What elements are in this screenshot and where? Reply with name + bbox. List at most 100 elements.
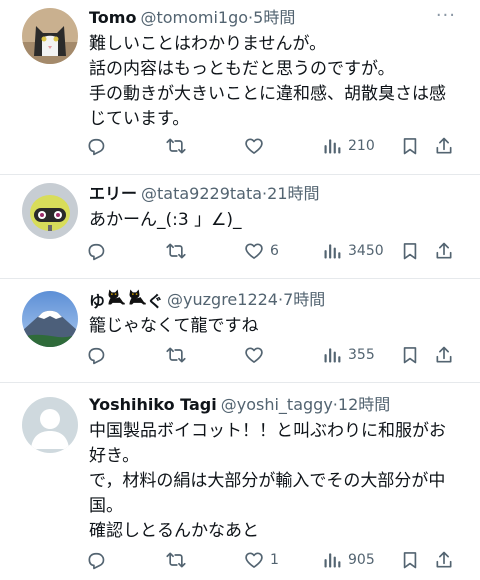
retweet-button[interactable] bbox=[166, 134, 186, 158]
tweet-line: 中国製品ボイコット！！と叫ぶわりに和服がお bbox=[89, 421, 446, 441]
tweet-text: 籠じゃなくて龍ですね bbox=[89, 314, 470, 339]
mountain-avatar[interactable] bbox=[22, 291, 78, 347]
timestamp[interactable]: 21時間 bbox=[267, 184, 319, 203]
bookmark-button[interactable] bbox=[400, 239, 420, 263]
like-button[interactable] bbox=[244, 134, 270, 158]
tweet-actions: 1 905 bbox=[86, 548, 462, 572]
view-count: 210 bbox=[348, 138, 375, 154]
views-button[interactable]: 210 bbox=[322, 134, 375, 158]
heart-icon bbox=[244, 550, 264, 570]
share-icon bbox=[434, 241, 454, 261]
tweet-line: 話の内容はもっともだと思うのですが。 bbox=[89, 59, 395, 79]
tweet-header: Tomo @tomomi1go·5時間 bbox=[89, 6, 470, 30]
default-avatar[interactable] bbox=[22, 397, 78, 453]
share-icon bbox=[434, 550, 454, 570]
tweet[interactable]: エリー @tata9229tata·21時間 あかーん_(:3 」∠)_ 6 3… bbox=[0, 175, 480, 279]
reply-icon bbox=[86, 136, 106, 156]
tweet-header: ゆぐ @yuzgre1224·7時間 bbox=[89, 288, 470, 312]
share-button[interactable] bbox=[434, 239, 454, 263]
timestamp[interactable]: 5時間 bbox=[253, 8, 295, 27]
bookmark-button[interactable] bbox=[400, 134, 420, 158]
black-cat-emoji-icon bbox=[106, 287, 126, 307]
timestamp[interactable]: 12時間 bbox=[338, 395, 390, 414]
user-handle[interactable]: @yoshi_taggy·12時間 bbox=[221, 393, 391, 417]
retweet-button[interactable] bbox=[166, 343, 186, 367]
tweet-text: 中国製品ボイコット！！と叫ぶわりに和服がお 好き。 で，材料の絹は大部分が輸入で… bbox=[89, 419, 470, 544]
display-name[interactable]: エリー bbox=[89, 182, 137, 206]
tweet-line: 確認しとるんかなあと bbox=[89, 521, 259, 541]
reply-icon bbox=[86, 345, 106, 365]
retweet-icon bbox=[166, 345, 186, 365]
tweet[interactable]: Tomo @tomomi1go·5時間 ··· 難しいことはわかりませんが。 話… bbox=[0, 0, 480, 175]
heart-icon bbox=[244, 345, 264, 365]
tweet-header: Yoshihiko Tagi @yoshi_taggy·12時間 bbox=[89, 393, 470, 417]
user-handle[interactable]: @yuzgre1224·7時間 bbox=[167, 288, 325, 312]
share-icon bbox=[434, 136, 454, 156]
tweet[interactable]: Yoshihiko Tagi @yoshi_taggy·12時間 中国製品ボイコ… bbox=[0, 383, 480, 580]
tweet-line: じています。 bbox=[89, 109, 190, 129]
bar-chart-icon bbox=[322, 136, 342, 156]
bookmark-button[interactable] bbox=[400, 548, 420, 572]
user-handle[interactable]: @tata9229tata·21時間 bbox=[141, 182, 320, 206]
heart-icon bbox=[244, 241, 264, 261]
views-button[interactable]: 905 bbox=[322, 548, 375, 572]
bookmark-button[interactable] bbox=[400, 343, 420, 367]
like-count: 1 bbox=[270, 552, 279, 568]
bar-chart-icon bbox=[322, 345, 342, 365]
reply-icon bbox=[86, 550, 106, 570]
tweet-line: 国。 bbox=[89, 496, 123, 516]
cat-avatar[interactable] bbox=[22, 8, 78, 64]
tweet-text: 難しいことはわかりませんが。 話の内容はもっともだと思うのですが。 手の動きが大… bbox=[89, 32, 470, 132]
views-button[interactable]: 3450 bbox=[322, 239, 384, 263]
reply-button[interactable] bbox=[86, 134, 106, 158]
views-button[interactable]: 355 bbox=[322, 343, 375, 367]
tweet-actions: 6 3450 bbox=[86, 239, 462, 263]
retweet-icon bbox=[166, 136, 186, 156]
black-cat-emoji-icon bbox=[127, 287, 147, 307]
heart-icon bbox=[244, 136, 264, 156]
share-icon bbox=[434, 345, 454, 365]
display-name[interactable]: Yoshihiko Tagi bbox=[89, 393, 217, 417]
retweet-button[interactable] bbox=[166, 548, 186, 572]
user-handle[interactable]: @tomomi1go·5時間 bbox=[140, 6, 295, 30]
like-count: 6 bbox=[270, 243, 279, 259]
view-count: 3450 bbox=[348, 243, 384, 259]
retweet-button[interactable] bbox=[166, 239, 186, 263]
timestamp[interactable]: 7時間 bbox=[283, 290, 325, 309]
reply-icon bbox=[86, 241, 106, 261]
share-button[interactable] bbox=[434, 548, 454, 572]
bar-chart-icon bbox=[322, 550, 342, 570]
bookmark-icon bbox=[400, 550, 420, 570]
bookmark-icon bbox=[400, 241, 420, 261]
tweet-actions: 355 bbox=[86, 343, 462, 367]
more-options-icon[interactable]: ··· bbox=[436, 6, 456, 26]
display-name[interactable]: Tomo bbox=[89, 6, 136, 30]
tweet-line: で，材料の絹は大部分が輸入でその大部分が中 bbox=[89, 471, 446, 491]
tweet-line: 籠じゃなくて龍ですね bbox=[89, 316, 259, 336]
tweet-line: 難しいことはわかりませんが。 bbox=[89, 34, 327, 54]
share-button[interactable] bbox=[434, 343, 454, 367]
view-count: 355 bbox=[348, 347, 375, 363]
like-button[interactable]: 6 bbox=[244, 239, 279, 263]
reply-button[interactable] bbox=[86, 548, 106, 572]
like-button[interactable]: 1 bbox=[244, 548, 279, 572]
retweet-icon bbox=[166, 241, 186, 261]
tweet[interactable]: ゆぐ @yuzgre1224·7時間 籠じゃなくて龍ですね 355 bbox=[0, 279, 480, 383]
bar-chart-icon bbox=[322, 241, 342, 261]
bookmark-icon bbox=[400, 345, 420, 365]
reply-button[interactable] bbox=[86, 343, 106, 367]
like-button[interactable] bbox=[244, 343, 270, 367]
share-button[interactable] bbox=[434, 134, 454, 158]
retweet-icon bbox=[166, 550, 186, 570]
tweet-actions: 210 bbox=[86, 134, 462, 158]
bookmark-icon bbox=[400, 136, 420, 156]
display-name[interactable]: ゆぐ bbox=[89, 287, 163, 314]
reply-button[interactable] bbox=[86, 239, 106, 263]
robot-avatar[interactable] bbox=[22, 183, 78, 239]
view-count: 905 bbox=[348, 552, 375, 568]
tweet-header: エリー @tata9229tata·21時間 bbox=[89, 182, 470, 206]
tweet-text: あかーん_(:3 」∠)_ bbox=[89, 208, 470, 233]
tweet-line: 手の動きが大きいことに違和感、胡散臭さは感 bbox=[89, 84, 446, 104]
tweet-line: 好き。 bbox=[89, 446, 140, 466]
tweet-line: あかーん_(:3 」∠)_ bbox=[89, 210, 242, 230]
